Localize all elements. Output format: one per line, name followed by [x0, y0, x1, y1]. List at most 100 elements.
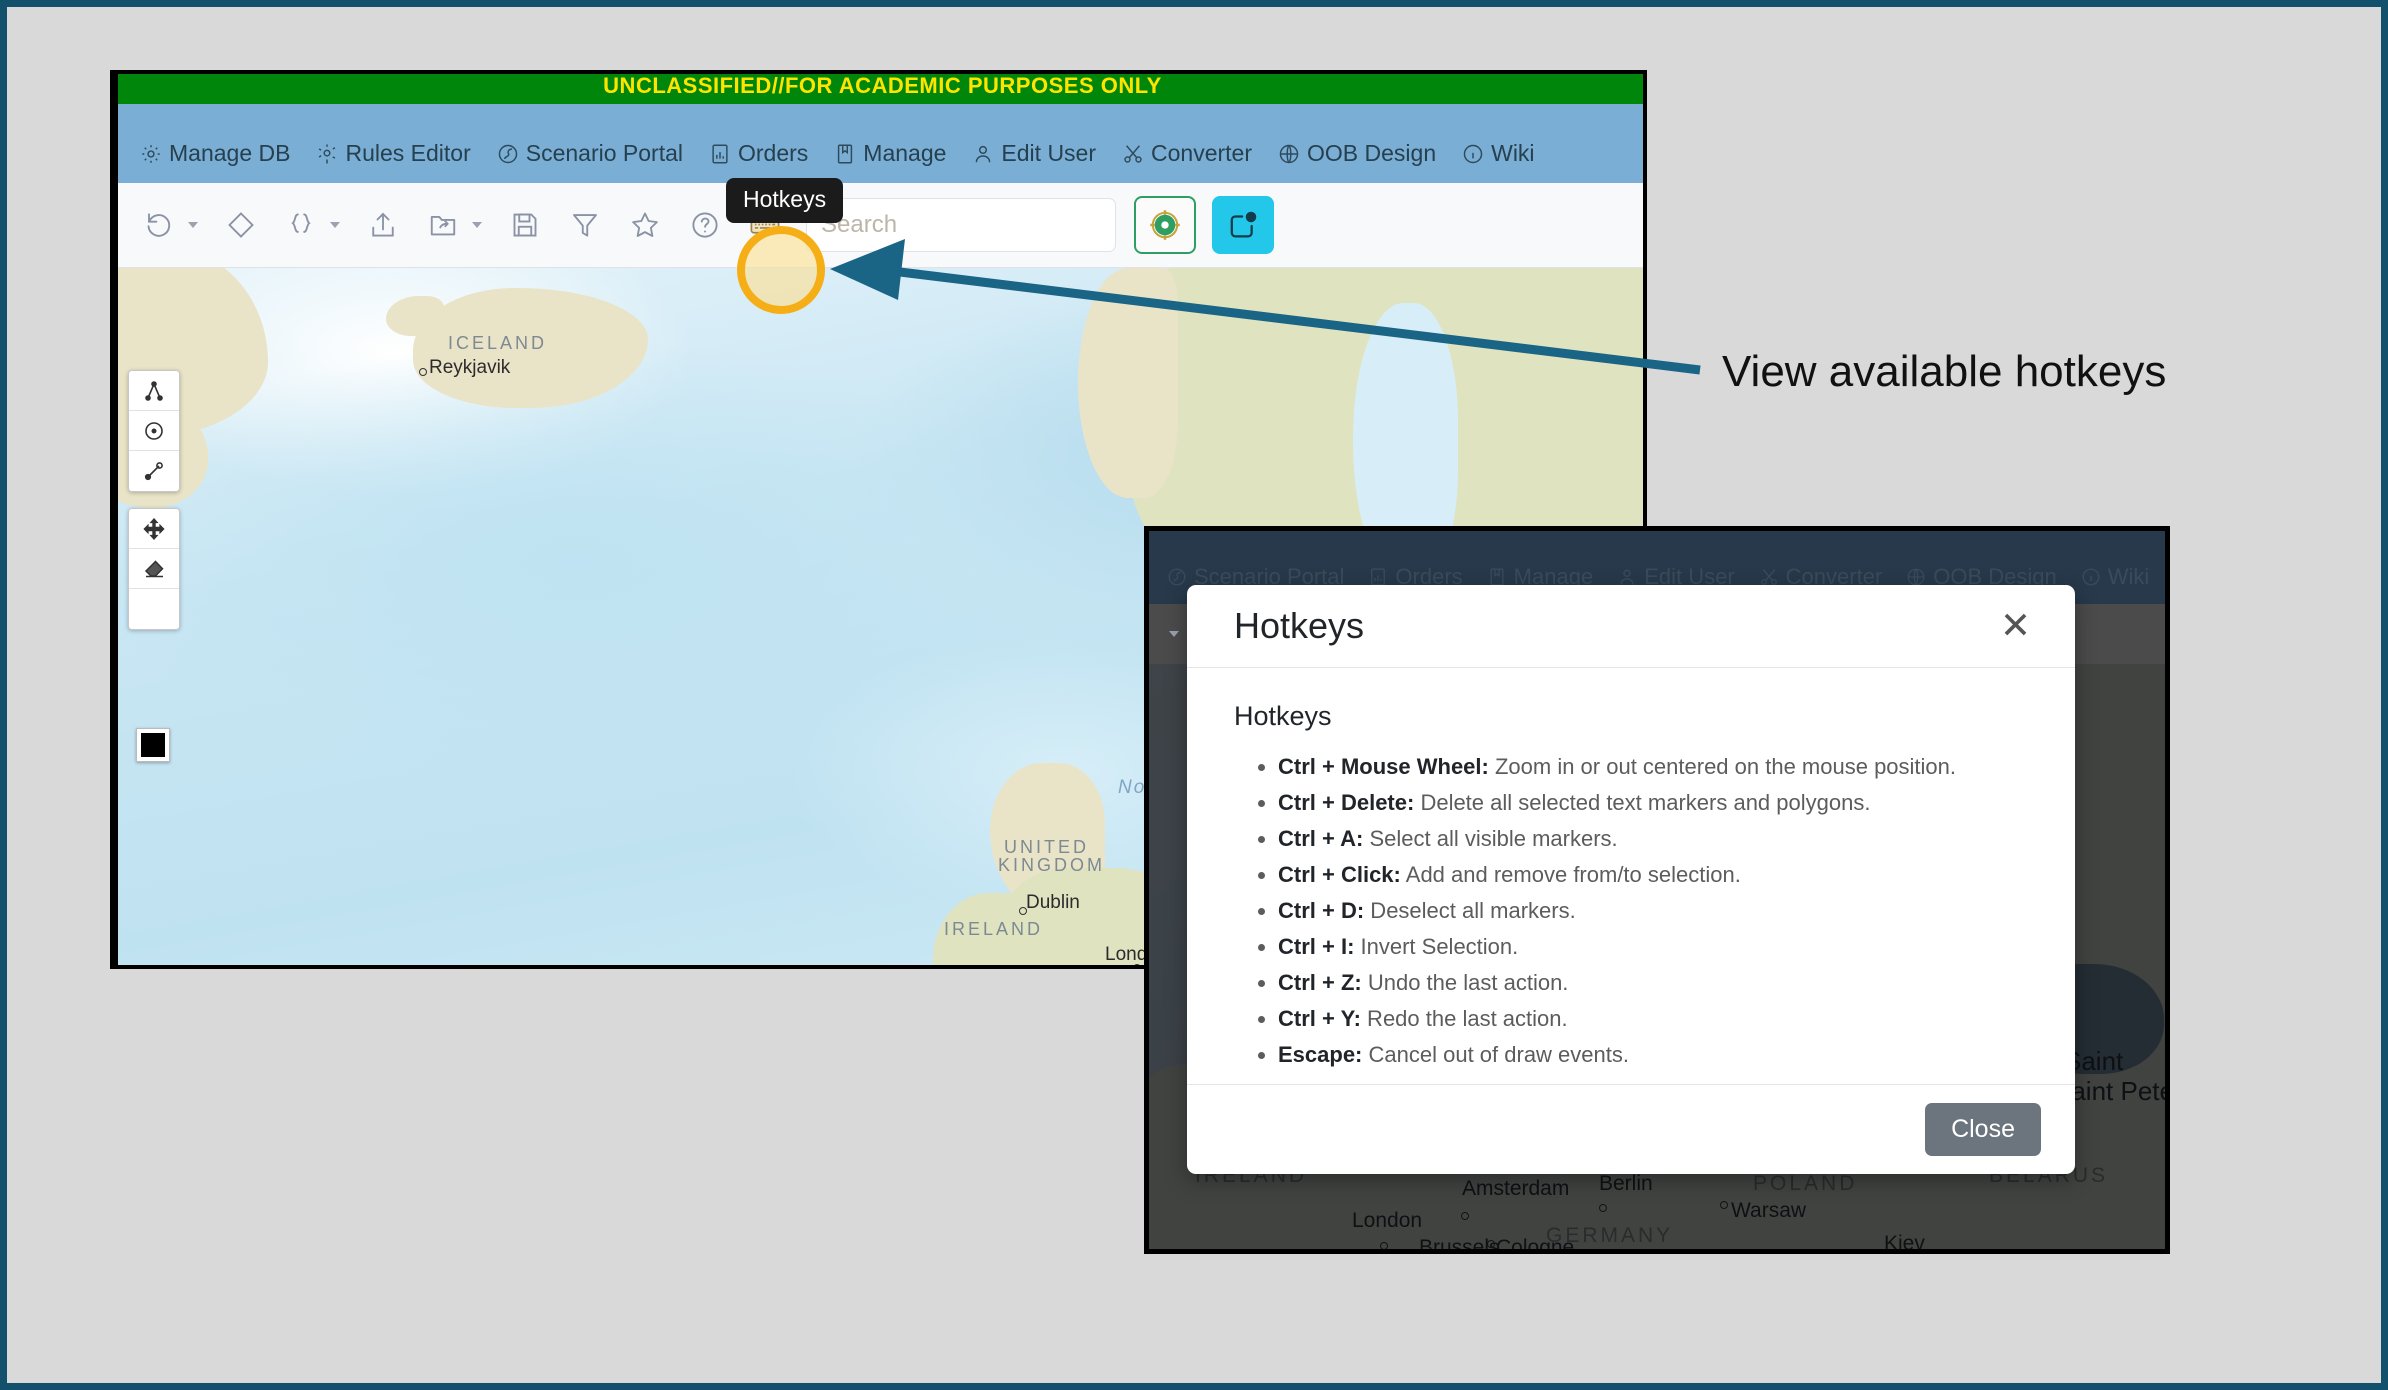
close-button[interactable]: Close — [1925, 1102, 2041, 1156]
list-item: Ctrl + A: Select all visible markers. — [1278, 821, 2028, 857]
close-x-icon[interactable]: ✕ — [1990, 603, 2041, 648]
filter-button[interactable] — [562, 202, 608, 248]
move-tool[interactable] — [129, 509, 179, 549]
nav-item-manage[interactable]: Manage — [834, 140, 946, 167]
book-icon — [1487, 567, 1507, 587]
landmass-norway-coast — [1078, 268, 1178, 498]
list-item: Ctrl + Z: Undo the last action. — [1278, 965, 2028, 1001]
hotkey-desc: Select all visible markers. — [1363, 826, 1618, 851]
drawing-tool-palette — [128, 370, 180, 762]
list-item: Ctrl + D: Deselect all markers. — [1278, 893, 2028, 929]
nav-item-oob-design[interactable]: OOB Design — [1278, 140, 1436, 167]
open-folder-button[interactable] — [420, 202, 466, 248]
annotation-label: View available hotkeys — [1722, 347, 2167, 396]
blank-tool[interactable] — [129, 589, 179, 629]
map-label-iceland: ICELAND — [448, 333, 548, 353]
open-folder-caret[interactable] — [466, 202, 488, 248]
dialog-body: Hotkeys Ctrl + Mouse Wheel: Zoom in or o… — [1187, 668, 2075, 1084]
gear-alt-icon — [316, 143, 338, 165]
screenshot-root: UNCLASSIFIED//FOR ACADEMIC PURPOSES ONLY… — [0, 0, 2388, 1390]
nav-label: Manage DB — [169, 140, 291, 166]
info-icon — [1462, 143, 1484, 165]
chart-icon — [709, 143, 731, 165]
scissors-icon — [1122, 143, 1144, 165]
nav-label: Orders — [738, 140, 809, 166]
nav-item-edit-user[interactable]: Edit User — [972, 140, 1096, 167]
chart-icon — [1368, 567, 1388, 587]
dialog-footer: Close — [1187, 1083, 2075, 1174]
globe-grid-icon — [1278, 143, 1300, 165]
color-swatch[interactable] — [136, 728, 170, 762]
map-label-ireland: IRELAND — [944, 919, 1044, 939]
nav-label: Wiki — [1491, 140, 1535, 166]
nav-item-orders[interactable]: Orders — [709, 140, 808, 167]
hotkey-desc: Redo the last action. — [1360, 1006, 1568, 1032]
nav-label: Converter — [1151, 140, 1252, 166]
dialog-title: Hotkeys — [1234, 604, 1365, 646]
nav-label: Edit User — [1001, 140, 1097, 166]
nav-label: OOB Design — [1307, 140, 1437, 166]
landmass-iceland-west — [386, 296, 444, 336]
edit-tools-group — [128, 508, 180, 630]
help-button[interactable] — [682, 202, 728, 248]
hotkey-desc: Invert Selection. — [1354, 934, 1519, 960]
dialog-header: Hotkeys ✕ — [1187, 585, 2075, 668]
hotkey-desc: Cancel out of draw events. — [1362, 1042, 1629, 1068]
popout-window-button[interactable] — [1212, 196, 1274, 254]
nav-item-converter[interactable]: Converter — [1122, 140, 1252, 167]
hotkey-key: Ctrl + Mouse Wheel: — [1278, 753, 1489, 779]
globe-icon — [1167, 567, 1187, 587]
city-label-dublin: Dublin — [1026, 892, 1080, 913]
eraser-button[interactable] — [218, 202, 264, 248]
undo-history-button[interactable] — [136, 202, 182, 248]
favorite-button[interactable] — [622, 202, 668, 248]
scissors-icon — [1759, 567, 1779, 587]
hotkey-key: Escape: — [1278, 1042, 1363, 1068]
search-box[interactable] — [806, 198, 1116, 252]
book-icon — [834, 143, 856, 165]
info-icon — [2081, 567, 2101, 587]
hotkey-key: Ctrl + I: — [1278, 934, 1355, 960]
globe-grid-icon — [1906, 567, 1926, 587]
map-toolbar — [118, 183, 1643, 268]
list-item: Ctrl + Delete: Delete all selected text … — [1278, 785, 2028, 821]
undo-history-caret[interactable] — [182, 202, 204, 248]
list-item: Ctrl + Y: Redo the last action. — [1278, 1001, 2028, 1037]
draw-circle-tool[interactable] — [129, 411, 179, 451]
hotkey-desc: Deselect all markers. — [1364, 898, 1576, 924]
hotkey-key: Ctrl + D: — [1278, 898, 1365, 924]
nav-label: Wiki — [2107, 564, 2150, 589]
locate-button[interactable] — [1134, 196, 1196, 254]
hotkey-key: Ctrl + Y: — [1278, 1006, 1361, 1032]
top-navigation-bar: Manage DB Rules Editor Scenario Portal O… — [118, 104, 1643, 183]
nav-label: Scenario Portal — [525, 140, 683, 166]
hotkey-desc: Add and remove from/to selection. — [1400, 862, 1741, 888]
color-swatch-fill — [141, 733, 165, 757]
hotkey-key: Ctrl + A: — [1278, 826, 1364, 851]
hotkeys-highlight-ring — [737, 226, 825, 314]
hotkey-key: Ctrl + Click: — [1278, 862, 1401, 888]
secondary-toolbar-caret[interactable] — [1163, 611, 1185, 657]
list-item: Ctrl + I: Invert Selection. — [1278, 929, 2028, 965]
search-input[interactable] — [821, 211, 1101, 239]
code-button[interactable] — [278, 202, 324, 248]
code-caret[interactable] — [324, 202, 346, 248]
nav-item-manage-db[interactable]: Manage DB — [140, 140, 290, 167]
hotkey-key: Ctrl + Delete: — [1278, 789, 1415, 815]
hotkey-desc: Zoom in or out centered on the mouse pos… — [1488, 753, 1957, 779]
nav-item-rules-editor[interactable]: Rules Editor — [316, 140, 471, 167]
upload-button[interactable] — [360, 202, 406, 248]
nav-label: Manage — [863, 140, 947, 166]
nav-item-wiki-dim[interactable]: Wiki — [2081, 564, 2150, 590]
hotkey-desc: Undo the last action. — [1361, 970, 1569, 996]
nav-item-scenario-portal[interactable]: Scenario Portal — [497, 140, 683, 167]
city-dot-reykjavik — [419, 368, 427, 376]
draw-line-tool[interactable] — [129, 451, 179, 491]
nav-item-wiki[interactable]: Wiki — [1462, 140, 1535, 167]
erase-tool[interactable] — [129, 549, 179, 589]
save-button[interactable] — [502, 202, 548, 248]
draw-polygon-tool[interactable] — [129, 371, 179, 411]
hotkey-key: Ctrl + Z: — [1278, 970, 1362, 996]
hotkeys-list: Ctrl + Mouse Wheel: Zoom in or out cente… — [1278, 749, 2028, 1074]
user-icon — [1617, 567, 1637, 587]
